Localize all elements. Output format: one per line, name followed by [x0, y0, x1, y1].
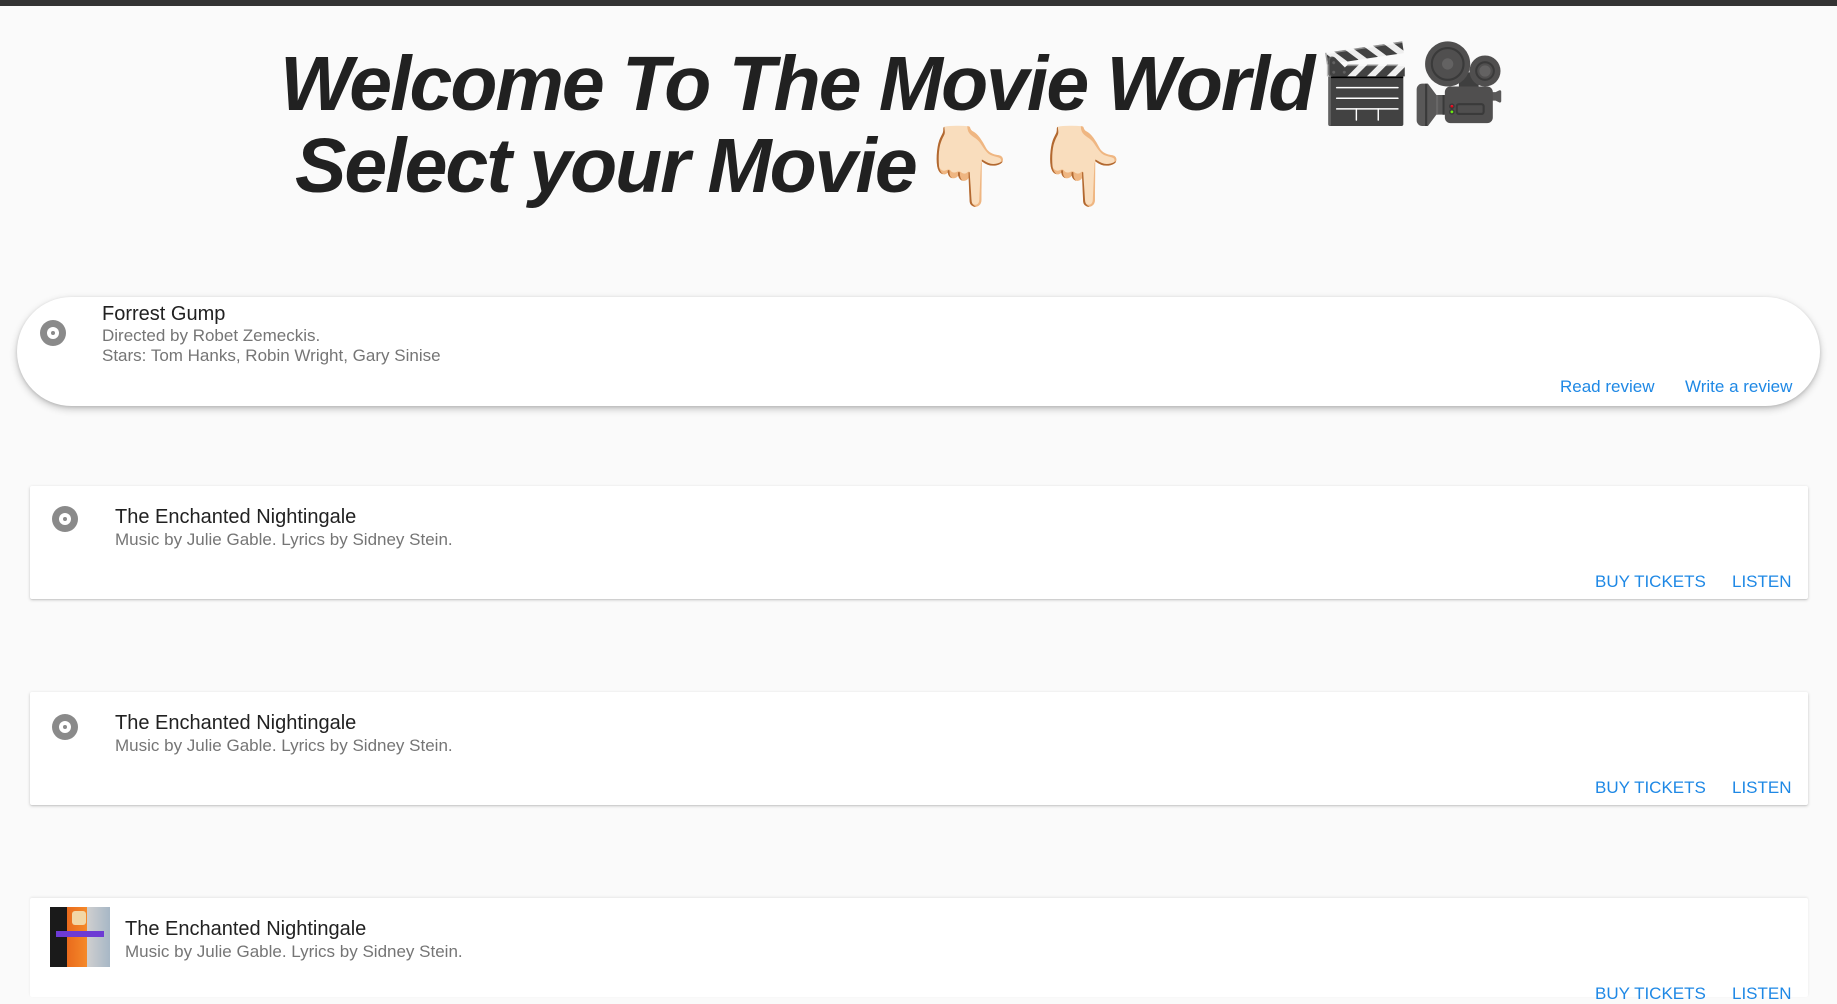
buy-tickets-button[interactable]: BUY TICKETS [1595, 984, 1706, 1004]
write-review-link[interactable]: Write a review [1685, 377, 1792, 397]
movie-stars: Stars: Tom Hanks, Robin Wright, Gary Sin… [102, 346, 441, 365]
select-movie-heading: Select your Movie👇🏻 👇🏻 [295, 123, 1129, 209]
movie-credits: Music by Julie Gable. Lyrics by Sidney S… [125, 942, 463, 961]
movie-title: The Enchanted Nightingale [115, 506, 357, 528]
select-movie-heading-text: Select your Movie [295, 123, 918, 209]
buy-tickets-button[interactable]: BUY TICKETS [1595, 572, 1706, 592]
disc-icon [52, 506, 78, 532]
movie-title: The Enchanted Nightingale [115, 712, 357, 734]
movie-card[interactable]: The Enchanted Nightingale Music by Julie… [30, 486, 1808, 599]
welcome-heading-text: Welcome To The Movie World [280, 41, 1315, 127]
listen-button[interactable]: LISTEN [1732, 984, 1792, 1004]
album-thumbnail [50, 907, 110, 967]
read-review-link[interactable]: Read review [1560, 377, 1655, 397]
disc-icon [40, 320, 66, 346]
buy-tickets-button[interactable]: BUY TICKETS [1595, 778, 1706, 798]
movie-card-forrest-gump[interactable]: Forrest Gump Directed by Robet Zemeckis.… [17, 297, 1820, 406]
movie-title: The Enchanted Nightingale [125, 918, 367, 940]
listen-button[interactable]: LISTEN [1732, 778, 1792, 798]
welcome-heading: Welcome To The Movie World🎬🎥 [280, 41, 1507, 127]
movie-credits: Music by Julie Gable. Lyrics by Sidney S… [115, 530, 453, 549]
listen-button[interactable]: LISTEN [1732, 572, 1792, 592]
movie-card[interactable]: The Enchanted Nightingale Music by Julie… [30, 898, 1808, 1003]
movie-title: Forrest Gump [102, 303, 226, 325]
movie-card[interactable]: The Enchanted Nightingale Music by Julie… [30, 692, 1808, 805]
disc-icon [52, 714, 78, 740]
clapper-camera-icon: 🎬🎥 [1317, 41, 1507, 127]
movie-director: Directed by Robet Zemeckis. [102, 326, 321, 345]
top-bar [0, 0, 1837, 6]
movie-credits: Music by Julie Gable. Lyrics by Sidney S… [115, 736, 453, 755]
pointing-down-icon: 👇🏻 👇🏻 [919, 123, 1129, 209]
